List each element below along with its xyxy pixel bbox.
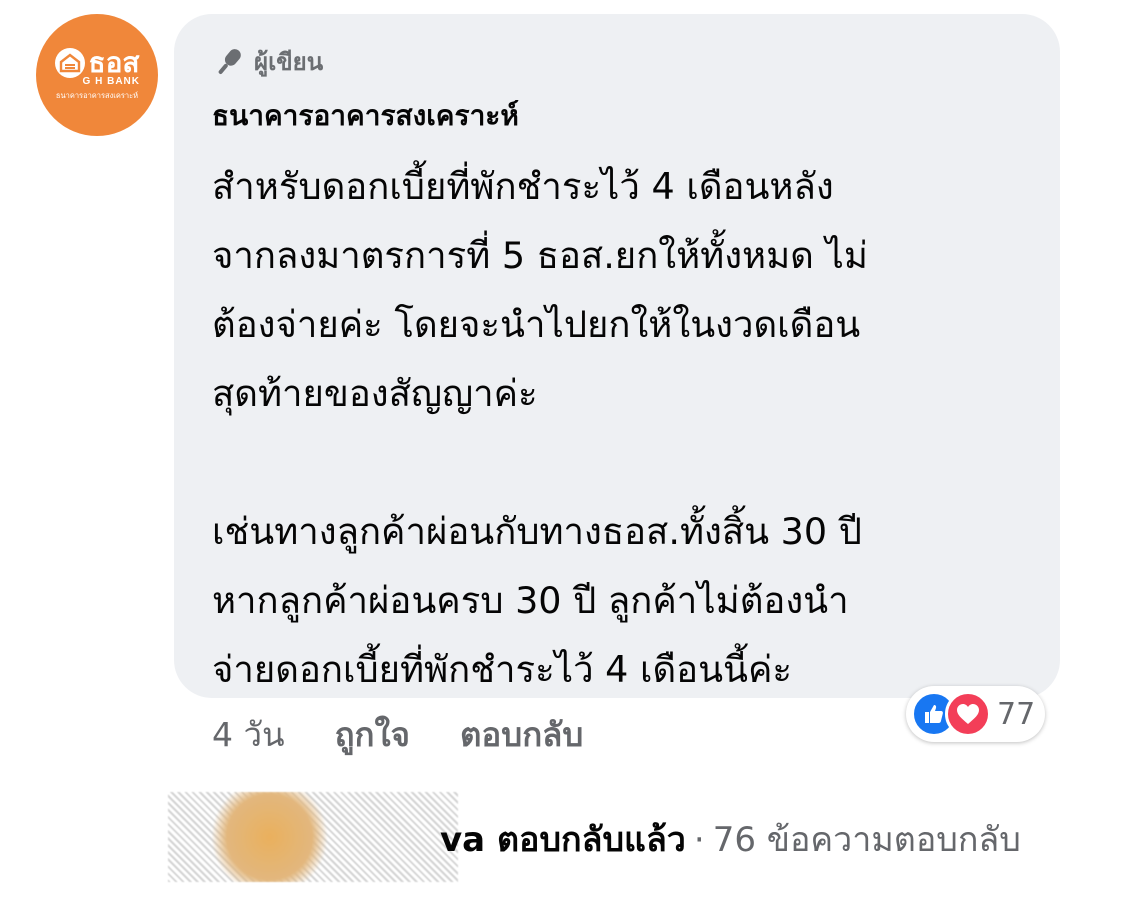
author-badge-label: ผู้เขียน xyxy=(254,48,324,76)
comment-line: หากลูกค้าผ่อนครบ 30 ปี ลูกค้าไม่ต้องนำ xyxy=(212,579,849,622)
logo-bank-name: ธนาคารอาคารสงเคราะห์ xyxy=(55,91,139,100)
like-button[interactable]: ถูกใจ xyxy=(335,708,410,761)
comment-line: เช่นทางลูกค้าผ่อนกับทางธอส.ทั้งสิ้น 30 ป… xyxy=(212,510,862,553)
reply-button[interactable]: ตอบกลับ xyxy=(460,708,583,761)
reaction-count: 77 xyxy=(997,696,1036,732)
logo-text: ธอส xyxy=(88,46,140,79)
view-replies-link[interactable]: va ตอบกลับแล้ว · 76 ข้อความตอบกลับ xyxy=(440,812,1021,866)
replier-text: va ตอบกลับแล้ว xyxy=(440,820,686,860)
reply-count: 76 ข้อความตอบกลับ xyxy=(712,820,1021,860)
comment-line: สำหรับดอกเบี้ยที่พักชำระไว้ 4 เดือนหลัง xyxy=(212,165,834,208)
comment-line: สุดท้ายของสัญญาค่ะ xyxy=(212,372,538,415)
comment-timestamp[interactable]: 4 วัน xyxy=(212,708,285,761)
comment-text: สำหรับดอกเบี้ยที่พักชำระไว้ 4 เดือนหลัง … xyxy=(212,152,1047,704)
separator-dot: · xyxy=(693,820,705,860)
replier-avatar-blurred[interactable] xyxy=(168,792,458,882)
comment-author[interactable]: ธนาคารอาคารสงเคราะห์ xyxy=(212,94,519,138)
comment-line: ต้องจ่ายค่ะ โดยจะนำไปยกให้ในงวดเดือน xyxy=(212,303,861,346)
microphone-icon xyxy=(218,48,241,74)
comment-actions: 4 วัน ถูกใจ ตอบกลับ xyxy=(212,708,583,761)
logo-subtext: G H BANK xyxy=(82,76,140,87)
ghbank-logo: ธอส xyxy=(54,46,140,79)
reaction-summary[interactable]: 77 xyxy=(906,686,1046,742)
comment-line: จากลงมาตรการที่ 5 ธอส.ยกให้ทั้งหมด ไม่ xyxy=(212,234,868,277)
love-icon xyxy=(945,691,991,737)
page-avatar[interactable]: ธอส G H BANK ธนาคารอาคารสงเคราะห์ xyxy=(36,14,158,136)
author-badge: ผู้เขียน xyxy=(212,42,323,81)
house-icon xyxy=(54,48,85,78)
